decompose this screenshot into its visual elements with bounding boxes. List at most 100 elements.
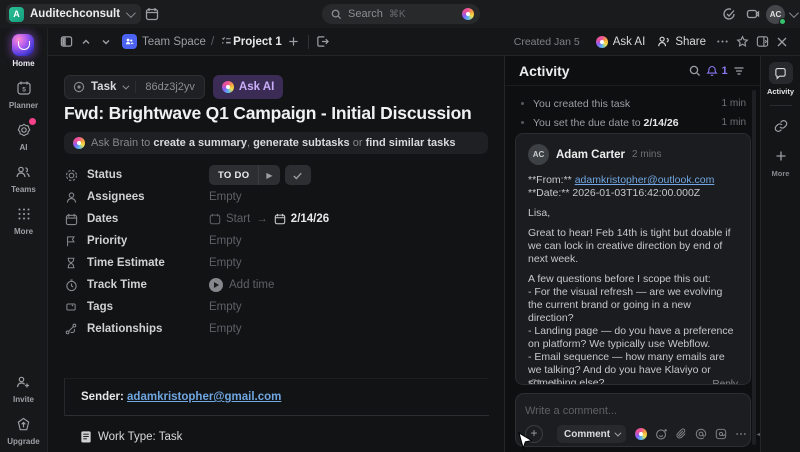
account-chevron-icon[interactable] (789, 8, 799, 18)
next-task-chevron-icon[interactable] (96, 32, 116, 52)
quick-create-icon[interactable] (718, 3, 740, 25)
clip-record-icon[interactable] (742, 3, 764, 25)
task-main: Task 86dz3j2yv Ask AI Fwd: Brightwave Q1… (48, 56, 504, 452)
composer-more-icon[interactable] (732, 425, 750, 443)
filter-icon[interactable] (728, 61, 750, 81)
field-row-priority: Priority Empty (64, 230, 488, 252)
comment-author[interactable]: Adam Carter (556, 149, 625, 161)
sender-line: Sender: adamkristopher@gmail.com (81, 391, 488, 403)
task-ask-ai-button[interactable]: Ask AI (213, 75, 283, 99)
comment-input[interactable] (525, 405, 741, 417)
clipboard-icon (80, 430, 92, 443)
rail-tab-activity[interactable]: Activity (767, 62, 794, 96)
search-shortcut: ⌘K (389, 9, 462, 20)
divider (65, 415, 489, 416)
ask-brain-bar[interactable]: Ask Brain to create a summary, generate … (64, 132, 488, 154)
attachment-icon[interactable] (672, 425, 690, 443)
prev-task-chevron-icon[interactable] (76, 32, 96, 52)
task-type-button[interactable]: Task (65, 81, 136, 93)
brain-create-summary[interactable]: create a summary (153, 137, 247, 149)
share-person-icon (657, 35, 670, 48)
comment-composer: + Comment (515, 393, 751, 447)
brain-generate-subtasks[interactable]: generate subtasks (253, 137, 350, 149)
hourglass-icon (64, 257, 78, 269)
right-rail: Activity More (760, 56, 800, 452)
sidebar-item-teams[interactable]: Teams (11, 162, 36, 194)
reply-arrow-icon[interactable] (551, 378, 564, 386)
comment-avatar: AC (528, 144, 549, 165)
ai-flower-icon[interactable] (462, 8, 474, 20)
activity-search-icon[interactable] (684, 61, 706, 81)
calendar-icon[interactable] (141, 3, 163, 25)
breadcrumb-project[interactable]: Project 1 (233, 36, 282, 48)
user-avatar[interactable]: AC (766, 5, 785, 24)
add-emoji-icon[interactable] (652, 425, 670, 443)
add-reaction-icon[interactable] (528, 378, 541, 386)
sidebar-toggle-icon[interactable] (56, 32, 76, 52)
start-date[interactable]: Start (209, 213, 250, 225)
next-status-arrow-icon[interactable]: ▶ (258, 165, 279, 185)
rail-add-icon[interactable] (770, 145, 792, 167)
scrollbar[interactable] (752, 90, 756, 445)
home-icon (12, 34, 34, 56)
time-estimate-value[interactable]: Empty (209, 257, 242, 269)
expand-panel-icon[interactable] (752, 32, 772, 52)
sender-email-link[interactable]: adamkristopher@gmail.com (127, 391, 281, 403)
comment-type-selector[interactable]: Comment (557, 425, 626, 443)
activity-event: You set the due date to 2/14/26 1 min (521, 113, 746, 132)
open-in-view-icon[interactable] (313, 32, 333, 52)
favorite-star-icon[interactable] (732, 32, 752, 52)
event-time: 1 min (722, 117, 746, 128)
notifications-bell[interactable]: 1 (706, 61, 728, 81)
breadcrumb-separator: / (211, 36, 214, 48)
task-id[interactable]: 86dz3j2yv (136, 81, 204, 93)
planner-calendar-icon: 5 (14, 78, 34, 98)
top-bar: A Auditechconsult Search ⌘K AC (0, 0, 800, 28)
add-tab-icon[interactable] (284, 32, 304, 52)
link-icon[interactable] (770, 115, 792, 137)
composer-add-button[interactable]: + (525, 425, 543, 443)
sidebar-item-home[interactable]: Home (12, 34, 34, 68)
mention-icon[interactable] (692, 425, 710, 443)
complete-task-button[interactable] (285, 165, 311, 185)
dates-value[interactable]: Start → 2/14/26 (209, 213, 329, 225)
task-mention-icon[interactable] (712, 425, 730, 443)
workspace-name: Auditechconsult (30, 8, 120, 20)
priority-value[interactable]: Empty (209, 235, 242, 247)
sidebar-item-more[interactable]: More (14, 204, 34, 236)
comment-from-email-link[interactable]: adamkristopher@outlook.com (575, 174, 715, 186)
add-time-button[interactable]: Add time (209, 278, 274, 292)
share-button[interactable]: Share (651, 32, 712, 51)
comment-card: AC Adam Carter 2 mins **From:** adamkris… (515, 133, 751, 385)
task-title[interactable]: Fwd: Brightwave Q1 Campaign - Initial Di… (64, 103, 488, 124)
search-input[interactable]: Search ⌘K (322, 4, 480, 24)
sidebar-item-invite[interactable]: Invite (13, 372, 34, 404)
assignees-value[interactable]: Empty (209, 191, 242, 203)
team-space-avatar[interactable] (122, 34, 137, 49)
close-icon[interactable] (772, 32, 792, 52)
bell-count: 1 (721, 65, 727, 77)
status-pill[interactable]: TO DO ▶ (209, 165, 280, 185)
sidebar-item-planner[interactable]: 5 Planner (9, 78, 38, 110)
more-options-icon[interactable] (712, 32, 732, 52)
chevron-down-icon (123, 82, 130, 89)
ask-ai-button[interactable]: Ask AI (590, 33, 652, 51)
sidebar-item-upgrade[interactable]: Upgrade (7, 414, 39, 446)
search-icon (331, 9, 342, 20)
ai-flower-icon[interactable] (632, 425, 650, 443)
tags-value[interactable]: Empty (209, 301, 242, 313)
calendar-icon (209, 213, 221, 225)
reply-button[interactable]: Reply (712, 379, 738, 386)
notification-dot (29, 118, 36, 125)
due-date[interactable]: 2/14/26 (274, 213, 329, 225)
stopwatch-icon (64, 279, 78, 292)
workspace-switcher[interactable]: A Auditechconsult (6, 4, 141, 24)
field-row-dates: Dates Start → 2/14/26 (64, 208, 488, 230)
relationships-value[interactable]: Empty (209, 323, 242, 335)
task-type-pill: Task 86dz3j2yv (64, 75, 205, 99)
brain-find-similar[interactable]: find similar tasks (366, 137, 456, 149)
sidebar-item-ai[interactable]: AI (14, 120, 34, 152)
divider (770, 105, 792, 106)
breadcrumb-space[interactable]: Team Space (142, 36, 206, 48)
bullet (521, 121, 524, 124)
